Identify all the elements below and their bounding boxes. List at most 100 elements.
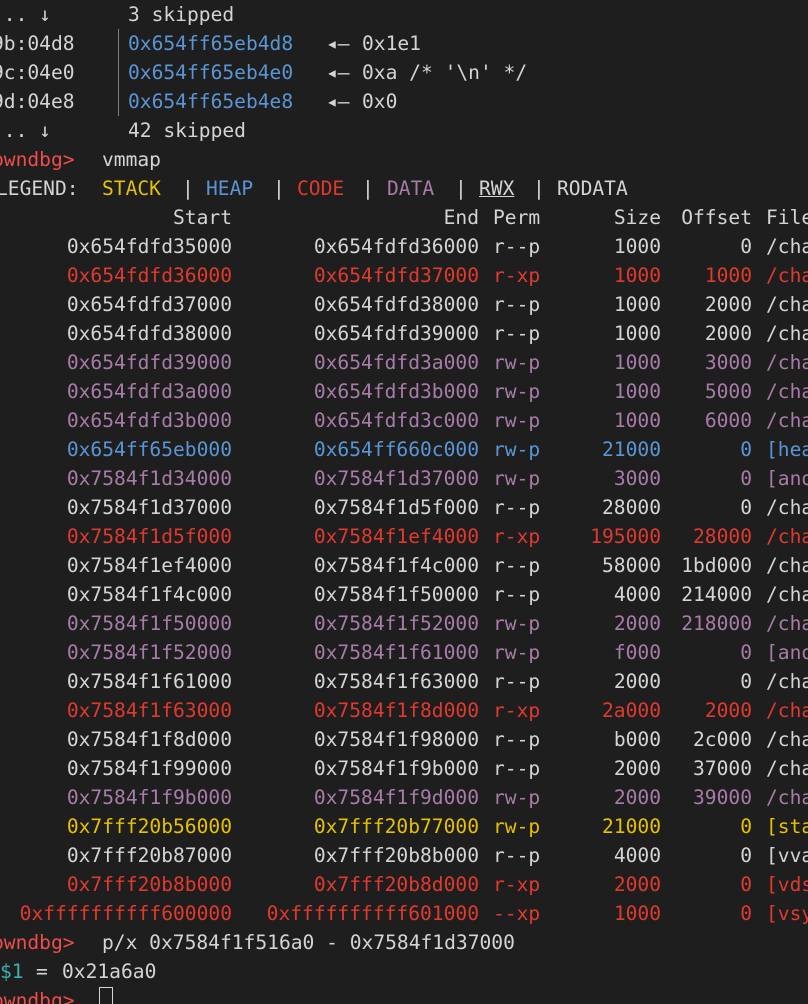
result-variable: $1 <box>0 960 24 983</box>
vmmap-row: 0x7584f1d34000 0x7584f1d37000 rw-p 3000 0 [an… <box>0 464 808 493</box>
vmmap-row: 0x7fff20b87000 0x7fff20b8b000 r--p 4000 0 [vv… <box>0 841 808 870</box>
map-start: 0x7584f1d5f000 <box>66 525 232 548</box>
map-perm: rw-p <box>493 641 541 664</box>
map-perm: r--p <box>493 670 541 693</box>
result-line: $1 = 0x21a6a0 <box>0 957 808 986</box>
map-file: /cha <box>766 264 808 287</box>
map-offset: 218000 <box>681 612 752 635</box>
header-start: Start <box>173 206 232 229</box>
map-end: 0x7584f1f63000 <box>313 670 479 693</box>
map-offset: 3000 <box>704 351 752 374</box>
map-size: 2000 <box>613 757 661 780</box>
map-start: 0x654fdfd37000 <box>66 293 232 316</box>
map-start: 0x7fff20b87000 <box>66 844 232 867</box>
result-value: 0x21a6a0 <box>62 960 157 983</box>
telescope-row: 9b:04d8 0x654ff65eb4d8 ◂— 0x1e1 <box>0 29 808 58</box>
map-file: [sta <box>766 815 808 838</box>
vmmap-row: 0x654fdfd3a000 0x654fdfd3b000 rw-p 1000 5000… <box>0 377 808 406</box>
map-end: 0x7584f1f52000 <box>313 612 479 635</box>
map-offset: 214000 <box>681 583 752 606</box>
telescope-row: 9d:04e8 0x654ff65eb4e8 ◂— 0x0 <box>0 87 808 116</box>
map-end: 0x654fdfd39000 <box>313 322 479 345</box>
map-offset: 0 <box>740 641 752 664</box>
map-offset: 37000 <box>693 757 752 780</box>
map-offset: 0 <box>740 235 752 258</box>
map-size: 21000 <box>602 815 661 838</box>
map-perm: rw-p <box>493 612 541 635</box>
vmmap-row: 0x7584f1f61000 0x7584f1f63000 r--p 2000 0/ch… <box>0 667 808 696</box>
input-area[interactable] <box>98 986 113 1004</box>
map-perm: r-xp <box>493 525 541 548</box>
map-file: /cha <box>766 496 808 519</box>
map-end: 0x7584f1f9d000 <box>313 786 479 809</box>
map-perm: r--p <box>493 322 541 345</box>
map-size: 1000 <box>613 235 661 258</box>
map-size: 2000 <box>613 612 661 635</box>
map-perm: r--p <box>493 235 541 258</box>
map-offset: 39000 <box>693 786 752 809</box>
vmmap-row: 0x7fff20b8b000 0x7fff20b8d000 r-xp 2000 0 [vd… <box>0 870 808 899</box>
telescope-value: 0xa /* '\n' */ <box>362 61 528 84</box>
legend-sep: | <box>533 177 545 200</box>
vmmap-row: 0x654fdfd38000 0x654fdfd39000 r--p 1000 2000… <box>0 319 808 348</box>
legend-stack: STACK <box>102 177 161 200</box>
vmmap-row: 0x7584f1d5f000 0x7584f1ef4000 r-xp 195000 28… <box>0 522 808 551</box>
header-file: File <box>766 206 808 229</box>
map-perm: --xp <box>493 902 541 925</box>
map-offset: 2000 <box>704 322 752 345</box>
map-perm: rw-p <box>493 467 541 490</box>
command-line: pwndbg> p/x 0x7584f1f516a0 - 0x7584f1d37… <box>0 928 808 957</box>
telescope-divider <box>118 58 119 87</box>
map-start: 0x654fdfd3a000 <box>66 380 232 403</box>
vmmap-table: 0x654fdfd35000 0x654fdfd36000 r--p 1000 0/ch… <box>0 232 808 928</box>
vmmap-row: 0x654fdfd36000 0x654fdfd37000 r-xp 1000 1000… <box>0 261 808 290</box>
command-line[interactable]: pwndbg> <box>0 986 808 1004</box>
map-size: 1000 <box>613 380 661 403</box>
telescope-address: 0x654ff65eb4e0 <box>128 61 294 84</box>
map-perm: rw-p <box>493 380 541 403</box>
pointer-arrow: ◂— <box>326 32 350 55</box>
map-offset: 2000 <box>704 293 752 316</box>
legend-rwx: RWX <box>479 177 515 200</box>
map-file: /cha <box>766 699 808 722</box>
map-size: 2000 <box>613 873 661 896</box>
map-size: 1000 <box>613 351 661 374</box>
map-perm: rw-p <box>493 786 541 809</box>
map-start: 0x654fdfd38000 <box>66 322 232 345</box>
vmmap-row: 0x7fff20b56000 0x7fff20b77000 rw-p 21000 0 [s… <box>0 812 808 841</box>
map-perm: r--p <box>493 757 541 780</box>
map-perm: r--p <box>493 496 541 519</box>
map-start: 0x654fdfd39000 <box>66 351 232 374</box>
map-start: 0x7584f1f9b000 <box>66 786 232 809</box>
map-start: 0x654ff65eb000 <box>66 438 232 461</box>
legend-sep: | <box>273 177 285 200</box>
pointer-arrow: ◂— <box>326 61 350 84</box>
map-file: /cha <box>766 351 808 374</box>
map-file: [hea <box>766 438 808 461</box>
header-size: Size <box>613 206 661 229</box>
map-end: 0x7584f1f9b000 <box>313 757 479 780</box>
telescope-skip-line: ... ↓ 3 skipped <box>0 0 808 29</box>
map-offset: 0 <box>740 496 752 519</box>
header-perm: Perm <box>493 206 541 229</box>
terminal-window[interactable]: ... ↓ 3 skipped 9b:04d8 0x654ff65eb4d8 ◂… <box>0 0 808 1004</box>
map-size: 2000 <box>613 786 661 809</box>
vmmap-row: 0x7584f1f63000 0x7584f1f8d000 r-xp 2a000 200… <box>0 696 808 725</box>
map-end: 0x7fff20b77000 <box>313 815 479 838</box>
map-size: 21000 <box>602 438 661 461</box>
legend-rodata: RODATA <box>557 177 628 200</box>
map-start: 0x7584f1f52000 <box>66 641 232 664</box>
map-start: 0x7584f1f50000 <box>66 612 232 635</box>
map-size: 2a000 <box>602 699 661 722</box>
vmmap-row: 0x7584f1f9b000 0x7584f1f9d000 rw-p 2000 3900… <box>0 783 808 812</box>
skip-count: 3 skipped <box>128 3 235 26</box>
map-offset: 0 <box>740 815 752 838</box>
map-perm: r-xp <box>493 264 541 287</box>
map-size: 1000 <box>613 264 661 287</box>
skip-count: 42 skipped <box>128 119 246 142</box>
map-file: /cha <box>766 554 808 577</box>
map-perm: rw-p <box>493 409 541 432</box>
map-size: 4000 <box>613 844 661 867</box>
map-end: 0x654fdfd3a000 <box>313 351 479 374</box>
legend-line: LEGEND: STACK | HEAP | CODE | DATA | RWX… <box>0 174 808 203</box>
